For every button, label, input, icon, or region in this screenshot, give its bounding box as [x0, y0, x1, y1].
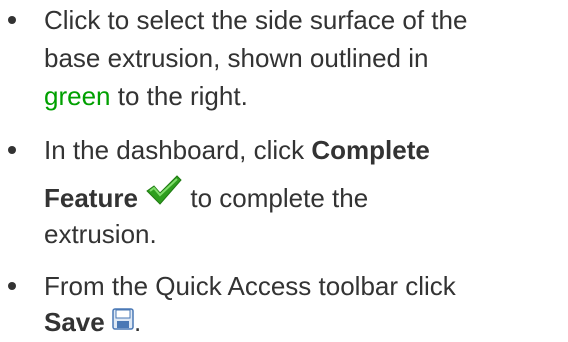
bullet-3 [8, 282, 16, 290]
complete-label: Complete [311, 135, 430, 165]
step-1-line-2: base extrusion, shown outlined in [44, 43, 429, 73]
step-2-line-2: Feature to complete the [44, 175, 369, 213]
green-checkmark-icon [145, 174, 183, 212]
green-highlight-word: green [44, 81, 111, 111]
bullet-1 [8, 16, 16, 24]
step-3-line-1: From the Quick Access toolbar click [44, 271, 456, 301]
step-1-line-3: green to the right. [44, 81, 248, 111]
feature-label: Feature [44, 183, 138, 213]
step-2-line-3: extrusion. [44, 219, 157, 249]
bullet-2 [8, 146, 16, 154]
save-label: Save [44, 307, 105, 337]
step-1-line-3-rest: to the right. [110, 81, 248, 111]
step-2-line-1-prefix: In the dashboard, click [44, 135, 312, 165]
step-3-line-2-rest: . [133, 307, 142, 337]
step-2-line-2-rest: to complete the [183, 183, 369, 213]
step-1-line-1: Click to select the side surface of the [44, 5, 468, 35]
step-2-line-1: In the dashboard, click Complete [44, 135, 430, 165]
step-3-line-2: Save . [44, 307, 141, 337]
save-disk-icon [112, 306, 134, 336]
instruction-list: Click to select the side surface of the … [0, 0, 568, 342]
